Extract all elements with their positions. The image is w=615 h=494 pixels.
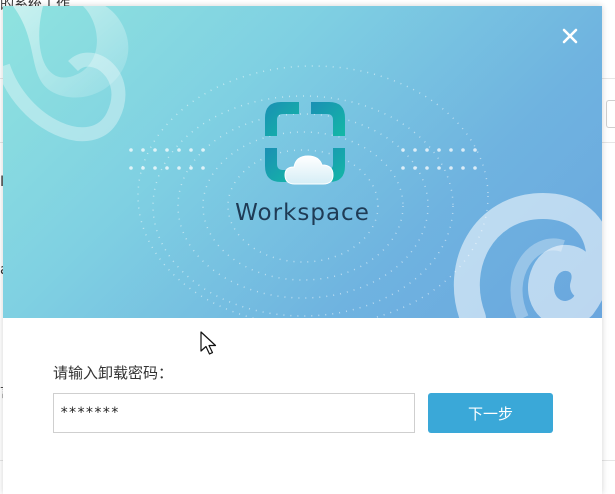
close-icon [562,28,578,44]
next-button[interactable]: 下一步 [428,393,553,433]
password-form: 请输入卸载密码： 下一步 [3,318,602,494]
password-input[interactable] [53,393,415,433]
background-input-edge [606,100,615,128]
mouse-cursor-icon [200,331,217,355]
password-label: 请输入卸载密码： [53,364,174,382]
workspace-logo-icon [265,102,345,185]
dialog-banner: Workspace [3,6,602,318]
workspace-logo [255,92,355,192]
brand-name: Workspace [235,200,370,226]
uninstall-password-dialog: Workspace 请输入卸载密码： 下一步 [3,6,602,494]
close-button[interactable] [558,24,582,48]
